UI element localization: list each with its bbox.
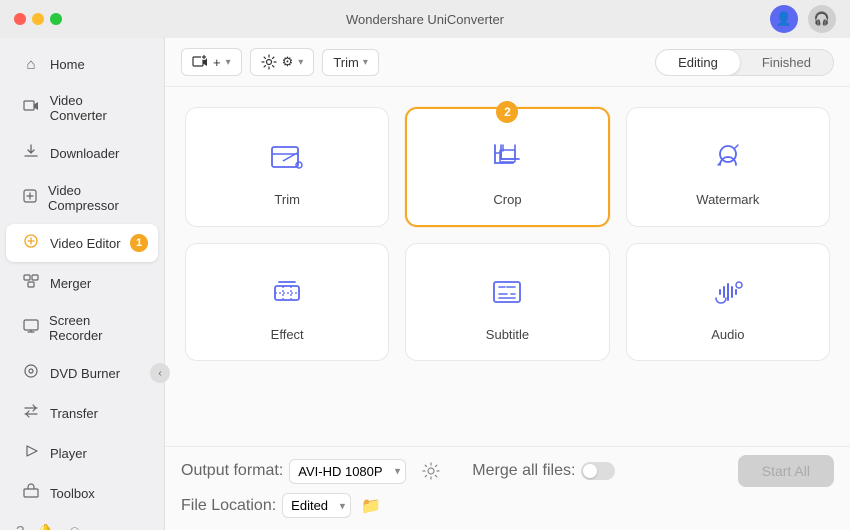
add-btn-label: + xyxy=(213,55,221,70)
toolbox-icon xyxy=(22,483,40,503)
file-location-field: File Location: Edited 📁 xyxy=(181,493,381,518)
watermark-icon xyxy=(708,137,748,182)
sidebar-collapse-icon[interactable]: ‹ xyxy=(150,363,170,383)
dvd-burner-icon xyxy=(22,363,40,383)
bell-icon[interactable]: 🔔 xyxy=(36,523,55,530)
audio-icon xyxy=(708,272,748,317)
file-location-label: File Location: xyxy=(181,497,276,515)
bottom-row-1: Output format: AVI-HD 1080P Merge all fi… xyxy=(181,455,834,487)
audio-label: Audio xyxy=(711,327,744,342)
sidebar: ⌂ Home Video Converter Downloader Video … xyxy=(0,38,165,530)
maximize-button[interactable] xyxy=(50,13,62,25)
trim-label: Trim xyxy=(274,192,300,207)
grid-area: Trim 2 Crop xyxy=(165,87,850,446)
grid-item-crop[interactable]: 2 Crop xyxy=(405,107,609,227)
sidebar-label-player: Player xyxy=(50,446,87,461)
crop-badge: 2 xyxy=(496,101,518,123)
sidebar-footer: ? 🔔 ☺ xyxy=(0,513,164,530)
sidebar-label-video-compressor: Video Compressor xyxy=(48,183,142,213)
file-location-select-wrapper[interactable]: Edited xyxy=(282,493,351,518)
bottom-bar: Output format: AVI-HD 1080P Merge all fi… xyxy=(165,446,850,530)
merge-label: Merge all files: xyxy=(472,462,575,480)
sidebar-label-transfer: Transfer xyxy=(50,406,98,421)
trim-icon xyxy=(267,137,307,182)
grid-item-trim[interactable]: Trim xyxy=(185,107,389,227)
titlebar: Wondershare UniConverter 👤 🎧 xyxy=(0,0,850,38)
toolbar: + ▾ ⚙ ▾ Trim ▾ Editing Finished xyxy=(165,38,850,87)
sidebar-item-transfer[interactable]: Transfer xyxy=(6,394,158,432)
user-icon[interactable]: 👤 xyxy=(770,5,798,33)
output-format-label: Output format: xyxy=(181,462,283,480)
add-media-button[interactable]: + ▾ xyxy=(181,48,242,76)
home-icon: ⌂ xyxy=(22,56,40,73)
video-editor-icon xyxy=(22,233,40,253)
grid-item-effect[interactable]: Effect xyxy=(185,243,389,361)
sidebar-label-downloader: Downloader xyxy=(50,146,119,161)
trim-dropdown[interactable]: Trim ▾ xyxy=(322,49,379,76)
minimize-button[interactable] xyxy=(32,13,44,25)
settings-btn-label: ⚙ xyxy=(282,54,294,70)
sidebar-item-downloader[interactable]: Downloader xyxy=(6,134,158,172)
bottom-row-2: File Location: Edited 📁 xyxy=(181,493,834,518)
sidebar-item-video-compressor[interactable]: Video Compressor xyxy=(6,174,158,222)
sidebar-item-video-editor[interactable]: Video Editor 1 xyxy=(6,224,158,262)
help-icon[interactable]: ? xyxy=(16,523,24,530)
file-location-select[interactable]: Edited xyxy=(282,493,351,518)
transfer-icon xyxy=(22,403,40,423)
sidebar-item-screen-recorder[interactable]: Screen Recorder xyxy=(6,304,158,352)
folder-icon[interactable]: 📁 xyxy=(361,496,381,516)
subtitle-icon xyxy=(487,272,527,317)
start-all-button[interactable]: Start All xyxy=(738,455,834,487)
crop-icon xyxy=(487,137,527,182)
sidebar-item-dvd-burner[interactable]: DVD Burner ‹ xyxy=(6,354,158,392)
content-area: + ▾ ⚙ ▾ Trim ▾ Editing Finished xyxy=(165,38,850,530)
effect-label: Effect xyxy=(271,327,304,342)
trim-label: Trim xyxy=(333,55,359,70)
output-format-select[interactable]: AVI-HD 1080P xyxy=(289,459,406,484)
window-controls[interactable] xyxy=(14,13,62,25)
sidebar-label-video-editor: Video Editor xyxy=(50,236,121,251)
sidebar-label-toolbox: Toolbox xyxy=(50,486,95,501)
grid-item-watermark[interactable]: Watermark xyxy=(626,107,830,227)
sidebar-label-merger: Merger xyxy=(50,276,91,291)
watermark-label: Watermark xyxy=(696,192,759,207)
main-layout: ⌂ Home Video Converter Downloader Video … xyxy=(0,38,850,530)
sidebar-label-video-converter: Video Converter xyxy=(50,93,142,123)
app-title: Wondershare UniConverter xyxy=(346,12,504,27)
sidebar-item-video-converter[interactable]: Video Converter xyxy=(6,84,158,132)
sidebar-item-player[interactable]: Player xyxy=(6,434,158,472)
effect-icon xyxy=(267,272,307,317)
feedback-icon[interactable]: ☺ xyxy=(67,523,82,530)
subtitle-label: Subtitle xyxy=(486,327,529,342)
downloader-icon xyxy=(22,143,40,163)
merge-field: Merge all files: xyxy=(472,462,615,480)
video-editor-badge: 1 xyxy=(130,234,148,252)
sidebar-label-screen-recorder: Screen Recorder xyxy=(49,313,142,343)
player-icon xyxy=(22,443,40,463)
output-format-settings[interactable] xyxy=(422,462,440,480)
output-format-field: Output format: AVI-HD 1080P xyxy=(181,459,406,484)
tab-switcher: Editing Finished xyxy=(655,49,834,76)
sidebar-label-dvd-burner: DVD Burner xyxy=(50,366,120,381)
grid-item-subtitle[interactable]: Subtitle xyxy=(405,243,609,361)
close-button[interactable] xyxy=(14,13,26,25)
sidebar-item-toolbox[interactable]: Toolbox xyxy=(6,474,158,512)
tab-editing[interactable]: Editing xyxy=(656,50,740,75)
titlebar-icons: 👤 🎧 xyxy=(770,5,836,33)
sidebar-item-home[interactable]: ⌂ Home xyxy=(6,47,158,82)
output-format-select-wrapper[interactable]: AVI-HD 1080P xyxy=(289,459,406,484)
merge-toggle[interactable] xyxy=(581,462,615,480)
screen-recorder-icon xyxy=(22,318,39,338)
support-icon[interactable]: 🎧 xyxy=(808,5,836,33)
merger-icon xyxy=(22,273,40,293)
grid-item-audio[interactable]: Audio xyxy=(626,243,830,361)
video-compressor-icon xyxy=(22,188,38,208)
sidebar-item-merger[interactable]: Merger xyxy=(6,264,158,302)
sidebar-label-home: Home xyxy=(50,57,85,72)
settings-button[interactable]: ⚙ ▾ xyxy=(250,48,315,76)
video-converter-icon xyxy=(22,98,40,118)
crop-label: Crop xyxy=(493,192,521,207)
editor-tools-grid: Trim 2 Crop xyxy=(185,107,830,361)
tab-finished[interactable]: Finished xyxy=(740,50,833,75)
